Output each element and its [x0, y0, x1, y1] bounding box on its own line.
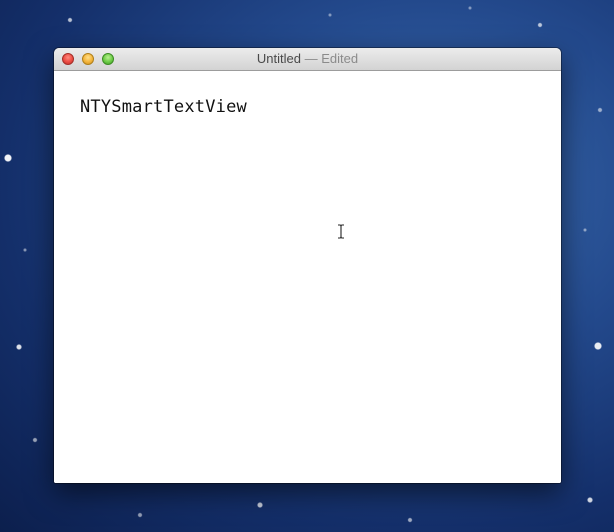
window-title-separator: —: [300, 51, 322, 66]
document-window: Untitled — Edited NTYSmartTextView: [54, 48, 561, 483]
text-editor[interactable]: NTYSmartTextView: [54, 71, 561, 483]
window-title-name: Untitled: [256, 51, 301, 66]
window-title: Untitled — Edited: [54, 51, 561, 66]
ibeam-cursor-icon: [338, 224, 344, 239]
window-edit-state: Edited: [321, 51, 359, 66]
title-bar[interactable]: Untitled — Edited: [54, 48, 561, 71]
editor-text-content: NTYSmartTextView: [80, 97, 247, 117]
